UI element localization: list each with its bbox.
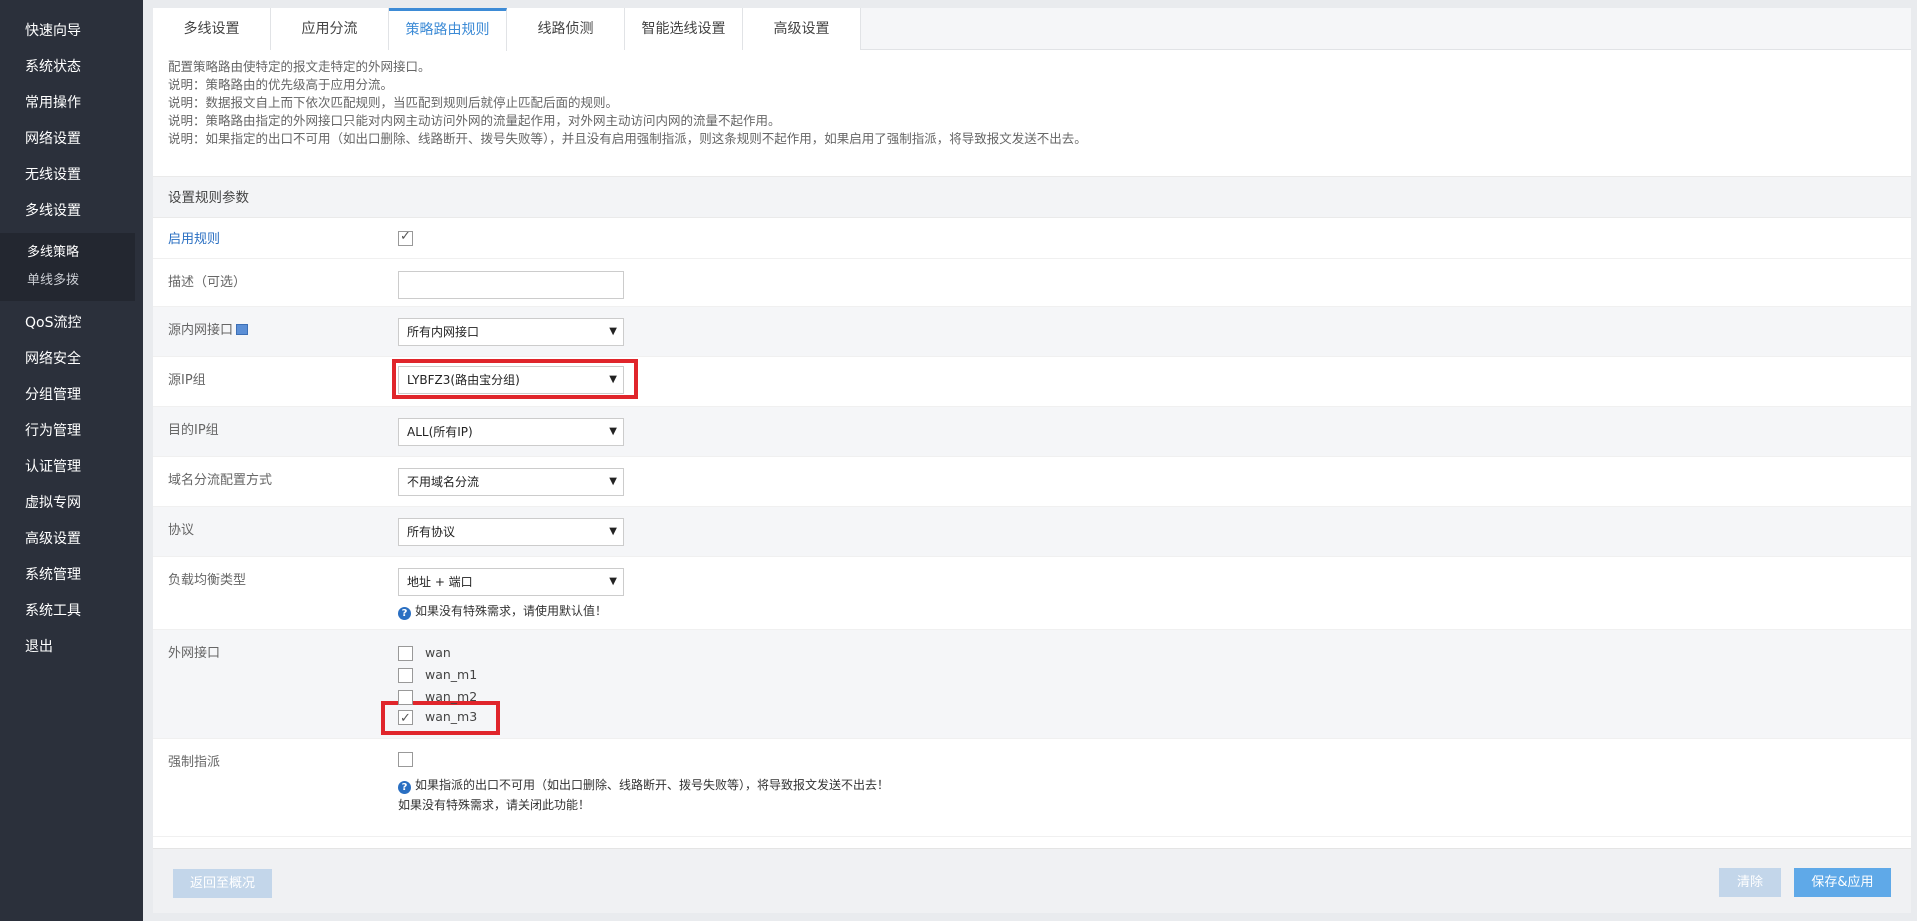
wan-item: wan_m2 (398, 686, 477, 706)
footer-bar: 返回至概况 清除 保存&应用 (153, 848, 1911, 913)
note-line: 配置策略路由使特定的报文走特定的外网接口。 (168, 59, 431, 74)
src-iface-label: 源内网接口 (168, 319, 249, 338)
tab-smart-line-selection[interactable]: 智能选线设置 (625, 8, 743, 50)
dropdown-arrow-icon: ▼ (609, 426, 617, 437)
help-icon: ? (398, 607, 411, 620)
tab-multiline-settings[interactable]: 多线设置 (153, 8, 271, 50)
submenu-item-multiline-policy[interactable]: 多线策略 (0, 239, 135, 267)
row-wan-interfaces: 外网接口 wan wan_m1 wan_m2 wan_m3 (153, 630, 1911, 739)
dropdown-arrow-icon: ▼ (609, 576, 617, 587)
menu-item-vpn[interactable]: 虚拟专网 (0, 485, 143, 521)
protocol-select[interactable]: 所有协议 ▼ (398, 518, 624, 546)
submenu-multiline: 多线策略 单线多拨 (0, 233, 135, 301)
main-panel: 多线设置 应用分流 策略路由规则 线路侦测 智能选线设置 高级设置 配置策略路由… (153, 8, 1911, 913)
menu-item-auth-management[interactable]: 认证管理 (0, 449, 143, 485)
wan-item: wan_m1 (398, 664, 477, 686)
wan-checkbox[interactable] (398, 646, 413, 661)
menu-item-quick-guide[interactable]: 快速向导 (0, 13, 143, 49)
row-description: 描述（可选） (153, 259, 1911, 307)
row-source-ip-group: 源IP组 LYBFZ3(路由宝分组) ▼ (153, 357, 1911, 407)
lb-help: ? 如果没有特殊需求，请使用默认值！ (398, 602, 624, 620)
row-dest-ip-group: 目的IP组 ALL(所有IP) ▼ (153, 407, 1911, 457)
note-line: 说明：如果指定的出口不可用（如出口删除、线路断开、拨号失败等），并且没有启用强制… (168, 131, 1087, 146)
tab-advanced[interactable]: 高级设置 (743, 8, 861, 50)
note-line: 说明：策略路由的优先级高于应用分流。 (168, 77, 394, 92)
row-enable: 启用规则 (153, 218, 1911, 259)
proto-label: 协议 (168, 523, 195, 538)
dropdown-arrow-icon: ▼ (609, 526, 617, 537)
dropdown-arrow-icon: ▼ (609, 476, 617, 487)
lb-label: 负载均衡类型 (168, 573, 247, 588)
menu-item-advanced-settings[interactable]: 高级设置 (0, 521, 143, 557)
row-protocol: 协议 所有协议 ▼ (153, 507, 1911, 557)
wan-item: wan (398, 642, 477, 664)
section-title: 设置规则参数 (153, 176, 1911, 218)
force-help: ? 如果指派的出口不可用（如出口删除、线路断开、拨号失败等），将导致报文发送不出去… (398, 776, 889, 794)
tab-policy-routing[interactable]: 策略路由规则 (389, 8, 507, 51)
submenu-item-single-multidial[interactable]: 单线多拨 (0, 267, 135, 295)
tab-app-split[interactable]: 应用分流 (271, 8, 389, 50)
wan-label: 外网接口 (168, 646, 221, 661)
dest-ip-group-select[interactable]: ALL(所有IP) ▼ (398, 418, 624, 446)
menu-item-group-management[interactable]: 分组管理 (0, 377, 143, 413)
desc-label: 描述（可选） (168, 275, 247, 290)
menu-item-multiline-settings[interactable]: 多线设置 (0, 193, 143, 229)
enable-checkbox[interactable] (398, 229, 413, 246)
force-help-2: 如果没有特殊需求，请关闭此功能！ (398, 798, 591, 812)
wan-m2-checkbox[interactable] (398, 690, 413, 705)
menu-item-network-settings[interactable]: 网络设置 (0, 121, 143, 157)
source-ip-group-select[interactable]: LYBFZ3(路由宝分组) ▼ (398, 366, 624, 394)
dropdown-arrow-icon: ▼ (609, 374, 617, 385)
dropdown-arrow-icon: ▼ (609, 326, 617, 337)
domain-split-select[interactable]: 不用域名分流 ▼ (398, 468, 624, 496)
wan-list: wan wan_m1 wan_m2 wan_m3 (398, 642, 478, 730)
save-apply-button[interactable]: 保存&应用 (1794, 868, 1891, 897)
menu-item-system-status[interactable]: 系统状态 (0, 49, 143, 85)
description-input[interactable] (398, 271, 624, 299)
menu-item-system-management[interactable]: 系统管理 (0, 557, 143, 593)
wan-m3-checkbox[interactable] (398, 708, 413, 730)
menu-item-network-security[interactable]: 网络安全 (0, 341, 143, 377)
force-label: 强制指派 (168, 755, 221, 770)
row-source-interface: 源内网接口 所有内网接口 ▼ (153, 307, 1911, 357)
info-icon[interactable] (236, 324, 249, 335)
menu-item-logout[interactable]: 退出 (0, 629, 143, 665)
menu-item-qos[interactable]: QoS流控 (0, 305, 143, 341)
sidebar: 快速向导 系统状态 常用操作 网络设置 无线设置 多线设置 多线策略 单线多拨 … (0, 0, 143, 921)
force-assign-checkbox[interactable] (398, 752, 413, 767)
row-load-balance: 负载均衡类型 地址 + 端口 ▼ ? 如果没有特殊需求，请使用默认值！ (153, 557, 1911, 630)
menu-item-behavior-management[interactable]: 行为管理 (0, 413, 143, 449)
tab-bar: 多线设置 应用分流 策略路由规则 线路侦测 智能选线设置 高级设置 (153, 8, 1911, 51)
menu-item-common-ops[interactable]: 常用操作 (0, 85, 143, 121)
dst-ip-label: 目的IP组 (168, 423, 219, 438)
wan-m1-checkbox[interactable] (398, 668, 413, 683)
description-notes: 配置策略路由使特定的报文走特定的外网接口。 说明：策略路由的优先级高于应用分流。… (153, 50, 1911, 176)
menu-item-wireless-settings[interactable]: 无线设置 (0, 157, 143, 193)
row-force-assign: 强制指派 ? 如果指派的出口不可用（如出口删除、线路断开、拨号失败等），将导致报文… (153, 739, 1911, 837)
note-line: 说明：策略路由指定的外网接口只能对内网主动访问外网的流量起作用，对外网主动访问内… (168, 113, 781, 128)
source-interface-select[interactable]: 所有内网接口 ▼ (398, 318, 624, 346)
load-balance-select[interactable]: 地址 + 端口 ▼ (398, 568, 624, 596)
note-line: 说明：数据报文自上而下依次匹配规则，当匹配到规则后就停止匹配后面的规则。 (168, 95, 619, 110)
enable-label: 启用规则 (168, 232, 221, 247)
tab-line-detection[interactable]: 线路侦测 (507, 8, 625, 50)
clear-button[interactable]: 清除 (1719, 868, 1781, 897)
wan-item: wan_m3 (398, 706, 478, 730)
menu-item-system-tools[interactable]: 系统工具 (0, 593, 143, 629)
row-domain-split: 域名分流配置方式 不用域名分流 ▼ (153, 457, 1911, 507)
help-icon: ? (398, 781, 411, 794)
src-ip-label: 源IP组 (168, 373, 206, 388)
back-to-overview-button[interactable]: 返回至概况 (173, 869, 272, 898)
domain-label: 域名分流配置方式 (168, 473, 273, 488)
